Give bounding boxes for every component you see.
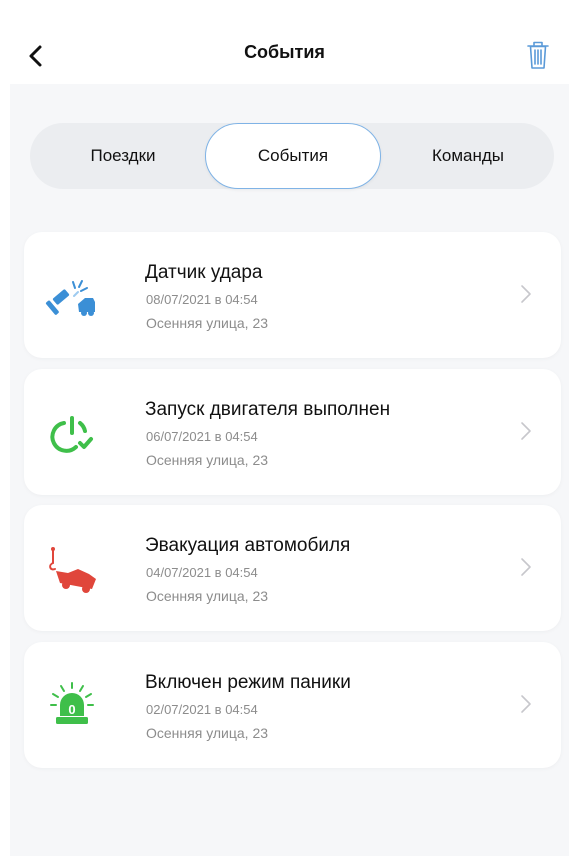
tab-commands[interactable]: Команды — [382, 123, 554, 189]
impact-sensor-icon — [44, 268, 100, 324]
event-address: Осенняя улица, 23 — [146, 588, 269, 604]
chevron-right-icon — [521, 285, 531, 303]
chevron-right-icon — [521, 422, 531, 440]
event-card-engine-start[interactable]: Запуск двигателя выполнен 06/07/2021 в 0… — [24, 369, 561, 495]
events-screen: События Поездки События Команды Датчик у… — [0, 0, 569, 856]
segmented-control: Поездки События Команды — [30, 123, 554, 189]
panic-alarm-icon: 0 — [44, 678, 100, 734]
event-date: 06/07/2021 в 04:54 — [146, 429, 258, 444]
event-title: Датчик удара — [145, 262, 263, 283]
event-card-impact[interactable]: Датчик удара 08/07/2021 в 04:54 Осенняя … — [24, 232, 561, 358]
svg-text:0: 0 — [68, 702, 75, 717]
chevron-right-icon — [521, 558, 531, 576]
event-card-evacuation[interactable]: Эвакуация автомобиля 04/07/2021 в 04:54 … — [24, 505, 561, 631]
event-address: Осенняя улица, 23 — [146, 452, 269, 468]
chevron-right-icon — [521, 695, 531, 713]
event-title: Включен режим паники — [145, 672, 351, 693]
delete-button[interactable] — [523, 38, 553, 72]
event-card-panic[interactable]: 0 Включен режим паники 02/07/2021 в 04:5… — [24, 642, 561, 768]
event-address: Осенняя улица, 23 — [146, 315, 269, 331]
event-date: 04/07/2021 в 04:54 — [146, 565, 258, 580]
page-title: События — [244, 42, 325, 62]
tow-truck-icon — [44, 541, 100, 597]
tab-trips[interactable]: Поездки — [30, 123, 216, 189]
event-address: Осенняя улица, 23 — [146, 725, 269, 741]
tab-events[interactable]: События — [205, 123, 381, 189]
event-title: Эвакуация автомобиля — [145, 535, 351, 556]
event-date: 08/07/2021 в 04:54 — [146, 292, 258, 307]
event-date: 02/07/2021 в 04:54 — [146, 702, 258, 717]
navigation-bar: События — [0, 0, 569, 84]
event-title: Запуск двигателя выполнен — [145, 399, 391, 420]
trash-icon — [527, 41, 549, 69]
engine-start-icon — [44, 405, 100, 461]
